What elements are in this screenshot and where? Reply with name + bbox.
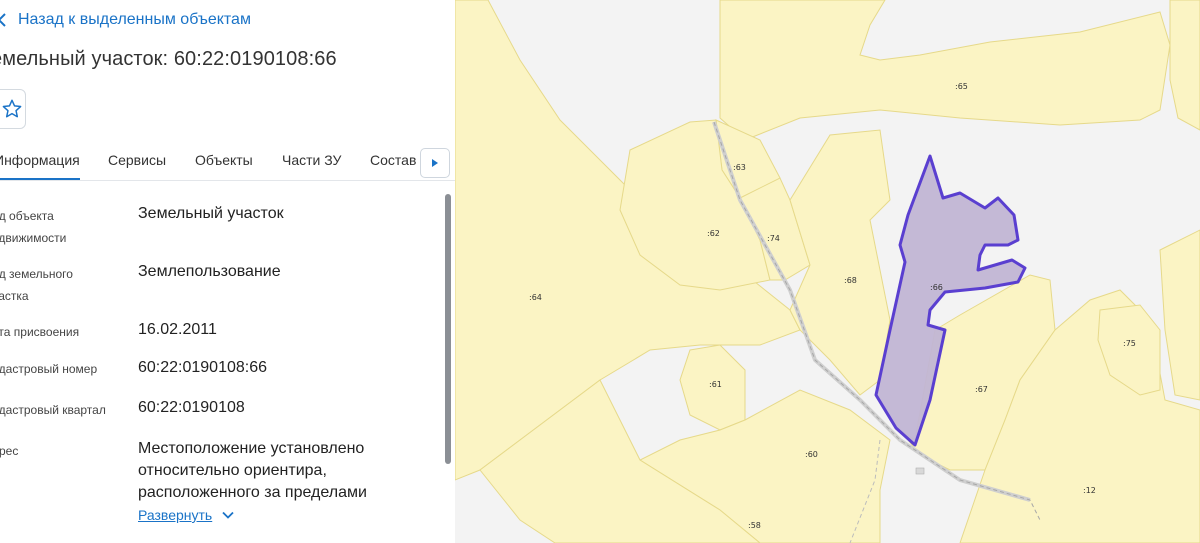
parcel-label-61: :61	[709, 380, 722, 389]
parcel-label-64: :64	[529, 293, 542, 302]
tab-composition[interactable]: Состав	[370, 142, 416, 178]
tab-information[interactable]: Информация	[0, 142, 80, 180]
row-value-address: Местоположение установлено относительно …	[138, 440, 367, 501]
tab-objects[interactable]: Объекты	[195, 142, 253, 178]
row-label-land-type: ид земельногочастка	[0, 267, 73, 303]
triangle-right-icon	[432, 159, 438, 167]
info-panel: Назад к выделенным объектам емельный уча…	[0, 0, 455, 543]
map-marker-square	[915, 467, 925, 475]
row-label-address: дрес	[0, 444, 19, 458]
row-label-cadastral-quarter: адастровый квартал	[0, 403, 106, 417]
row-value-assign-date: 16.02.2011	[138, 321, 217, 338]
parcel-label-60: :60	[805, 450, 818, 459]
expand-link[interactable]: Развернуть	[138, 507, 234, 523]
map-view[interactable]: :65 :63 :62 :74 :64 :68 :66 :75 :61 :67 …	[455, 0, 1200, 543]
parcel-label-67: :67	[975, 385, 988, 394]
parcel-label-68: :68	[844, 276, 857, 285]
star-outline-icon	[2, 99, 22, 118]
parcel-label-12: :12	[1083, 486, 1096, 495]
tab-services[interactable]: Сервисы	[108, 142, 166, 178]
back-to-selected-link[interactable]: Назад к выделенным объектам	[0, 8, 251, 32]
parcel-label-62: :62	[707, 229, 720, 238]
parcel-label-66: :66	[930, 283, 943, 292]
row-label-object-type: ид объектаедвижимости	[0, 209, 67, 245]
scrollbar-thumb[interactable]	[445, 194, 451, 464]
panel-scrollbar[interactable]	[443, 190, 452, 543]
page-title: емельный участок: 60:22:0190108:66	[0, 48, 337, 70]
tabs-scroll-right-button[interactable]	[420, 148, 450, 178]
row-value-land-type: Землепользование	[138, 263, 281, 280]
parcel-label-74: :74	[767, 234, 780, 243]
favorite-button[interactable]	[0, 89, 26, 129]
row-label-assign-date: ата присвоения	[0, 325, 80, 339]
row-value-cadastral-quarter: 60:22:0190108	[138, 399, 245, 416]
row-label-cadastral-number: адастровый номер	[0, 362, 98, 376]
expand-link-label: Развернуть	[138, 507, 213, 523]
parcel-label-58: :58	[748, 521, 761, 530]
parcel-label-75: :75	[1123, 339, 1136, 348]
chevron-left-icon	[0, 13, 6, 27]
row-value-object-type: Земельный участок	[138, 205, 284, 222]
tab-land-parts[interactable]: Части ЗУ	[282, 142, 341, 178]
parcel-label-63: :63	[733, 163, 746, 172]
back-link-label: Назад к выделенным объектам	[18, 11, 251, 28]
map-canvas[interactable]: :65 :63 :62 :74 :64 :68 :66 :75 :61 :67 …	[455, 0, 1200, 543]
chevron-down-icon	[222, 511, 234, 519]
tab-bar: Информация Сервисы Объекты Части ЗУ Сост…	[0, 142, 455, 181]
row-value-cadastral-number: 60:22:0190108:66	[138, 359, 268, 376]
parcel-label-65: :65	[955, 82, 968, 91]
